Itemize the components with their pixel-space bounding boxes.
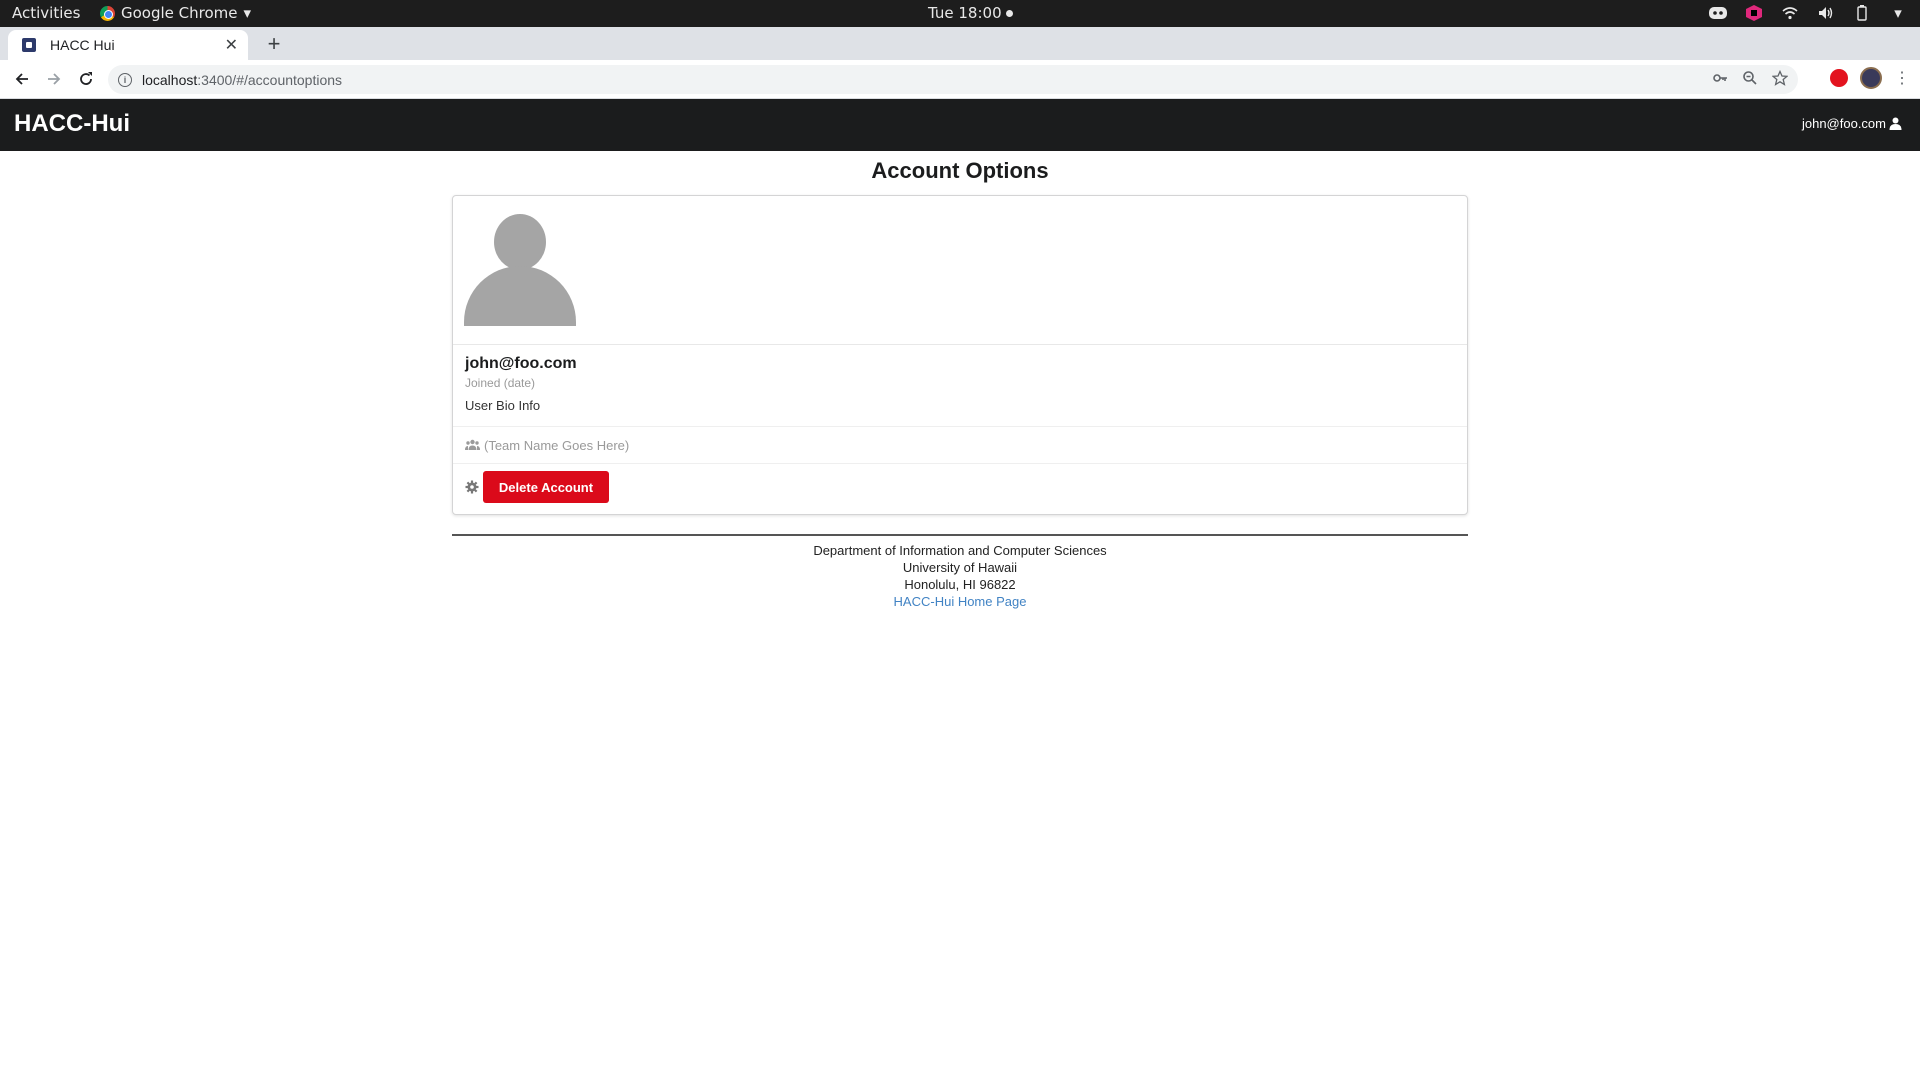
chevron-down-icon: ▾ <box>243 4 252 22</box>
reload-icon <box>80 72 92 85</box>
page-title: Account Options <box>871 158 1049 183</box>
url-path: :3400/#/accountoptions <box>197 71 343 88</box>
activities-button[interactable]: Activities <box>12 4 80 22</box>
toolbar-actions: ⋮ <box>1830 67 1910 89</box>
wifi-icon[interactable] <box>1780 3 1800 23</box>
tab-title: HACC Hui <box>50 37 115 53</box>
user-icon <box>1889 117 1902 130</box>
new-tab-button[interactable]: + <box>260 30 288 58</box>
gear-icon <box>465 480 479 494</box>
profile-avatar[interactable] <box>1860 67 1882 89</box>
system-tray: ▾ <box>1708 3 1908 23</box>
tab-strip: HACC Hui ✕ + <box>0 27 1920 60</box>
key-icon[interactable] <box>1712 70 1728 89</box>
forward-button[interactable] <box>42 67 66 91</box>
clock-label: Tue 18:00 <box>928 4 1002 22</box>
zoom-icon[interactable] <box>1742 70 1758 89</box>
avatar-placeholder <box>464 214 576 326</box>
arrow-right-icon <box>48 73 61 85</box>
info-icon[interactable]: i <box>118 72 132 87</box>
profile-card: john@foo.com Joined (date) User Bio Info… <box>452 195 1468 515</box>
battery-icon[interactable] <box>1852 3 1872 23</box>
reload-button[interactable] <box>74 67 98 91</box>
user-menu[interactable]: john@foo.com <box>1802 116 1902 131</box>
app-menu[interactable]: Google Chrome ▾ <box>100 4 251 22</box>
extension-icon[interactable] <box>1830 69 1848 87</box>
footer-department: Department of Information and Computer S… <box>813 543 1107 558</box>
home-page-link[interactable]: HACC-Hui Home Page <box>894 594 1027 609</box>
more-menu-icon[interactable]: ⋮ <box>1894 68 1910 88</box>
user-email: john@foo.com <box>1801 116 1886 131</box>
star-icon[interactable] <box>1771 69 1789 89</box>
footer-divider <box>452 534 1468 536</box>
team-row: (Team Name Goes Here) <box>453 427 1467 464</box>
notification-dot-icon <box>1005 9 1013 17</box>
app-menu-label: Google Chrome <box>121 4 238 22</box>
discord-icon[interactable] <box>1708 3 1728 23</box>
arrow-left-icon <box>15 73 28 85</box>
footer-address: Honolulu, HI 96822 <box>904 577 1016 592</box>
clock[interactable]: Tue 18:00 <box>928 4 1013 22</box>
address-bar[interactable]: i localhost:3400/#/accountoptions <box>108 65 1798 94</box>
chrome-icon <box>100 5 115 21</box>
team-name: (Team Name Goes Here) <box>484 437 630 453</box>
delete-account-button[interactable]: Delete Account <box>483 471 609 503</box>
system-menu-chevron-icon[interactable]: ▾ <box>1888 3 1908 23</box>
footer-university: University of Hawaii <box>902 560 1018 575</box>
joined-date: Joined (date) <box>465 376 536 390</box>
profile-email: john@foo.com <box>465 355 577 372</box>
card-image <box>453 196 1467 345</box>
footer: Department of Information and Computer S… <box>0 542 1920 610</box>
card-content: john@foo.com Joined (date) User Bio Info <box>453 345 1467 427</box>
card-actions: Delete Account <box>453 464 1467 510</box>
brand-link[interactable]: HACC-Hui <box>14 110 130 138</box>
omnibox-actions <box>1712 69 1789 89</box>
browser-toolbar: i localhost:3400/#/accountoptions ⋮ <box>0 60 1920 99</box>
close-icon[interactable]: ✕ <box>225 35 238 55</box>
favicon-icon <box>22 38 36 52</box>
back-button[interactable] <box>10 67 34 91</box>
user-bio: User Bio Info <box>465 398 541 413</box>
url-host: localhost <box>142 71 198 88</box>
app-navbar: HACC-Hui john@foo.com <box>0 99 1920 151</box>
os-top-bar: Activities Google Chrome ▾ Tue 18:00 ▾ <box>0 0 1920 27</box>
volume-icon[interactable] <box>1816 3 1836 23</box>
users-icon <box>465 439 480 450</box>
jetbrains-icon[interactable] <box>1744 3 1764 23</box>
tab-hacc-hui[interactable]: HACC Hui ✕ <box>8 30 248 60</box>
